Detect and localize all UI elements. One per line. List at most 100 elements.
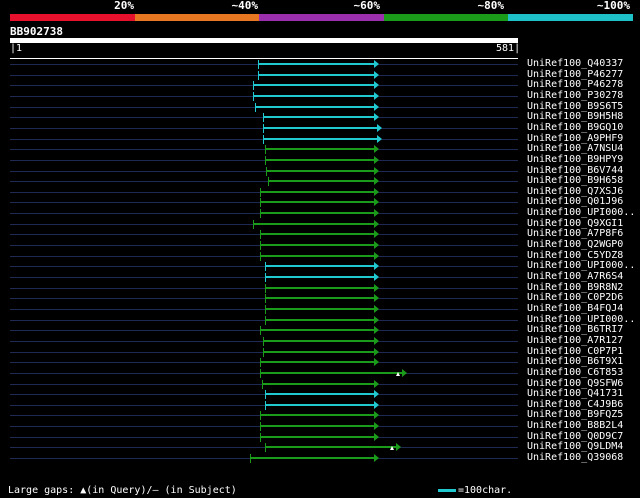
hit-bar[interactable]	[260, 201, 374, 203]
hit-row-line	[10, 405, 518, 406]
hit-arrow-icon	[374, 433, 379, 441]
hit-arrow-icon	[374, 113, 379, 121]
hit-bar[interactable]	[265, 287, 374, 289]
hit-arrow-icon	[374, 401, 379, 409]
hit-label[interactable]: UniRef100_A7NSU4	[527, 143, 623, 154]
hit-label[interactable]: UniRef100_B6T9X1	[527, 356, 623, 367]
hit-label[interactable]: UniRef100_P46278	[527, 79, 623, 90]
hit-arrow-icon	[374, 156, 379, 164]
hit-bar[interactable]	[268, 180, 374, 182]
hit-bar[interactable]	[258, 63, 374, 65]
hit-bar[interactable]	[266, 170, 374, 172]
hit-arrow-icon	[374, 305, 379, 313]
hit-bar[interactable]	[265, 265, 374, 267]
hit-bar[interactable]	[260, 372, 402, 374]
scale-segment	[508, 14, 634, 21]
hit-arrow-icon	[377, 124, 382, 132]
hit-label[interactable]: UniRef100_C0P2D6	[527, 292, 623, 303]
hit-arrow-icon	[374, 454, 379, 462]
length-legend-swatch	[438, 489, 456, 492]
hit-label[interactable]: UniRef100_C6T853	[527, 367, 623, 378]
gap-legend-text: Large gaps: ▲(in Query)/— (in Subject)	[8, 485, 237, 496]
hit-label[interactable]: UniRef100_B9GQ10	[527, 122, 623, 133]
hit-bar[interactable]	[260, 436, 374, 438]
hit-arrow-icon	[374, 411, 379, 419]
hit-label[interactable]: UniRef100_UPI000..	[527, 260, 635, 271]
hit-label[interactable]: UniRef100_B9FQZ5	[527, 409, 623, 420]
hit-bar[interactable]	[260, 255, 374, 257]
hit-bar[interactable]	[260, 191, 374, 193]
ruler-end-label: 581|	[496, 43, 521, 54]
hit-label[interactable]: UniRef100_B9H658	[527, 175, 623, 186]
hit-bar[interactable]	[260, 361, 374, 363]
hit-bar[interactable]	[260, 233, 374, 235]
hit-label[interactable]: UniRef100_B9HPY9	[527, 154, 623, 165]
hit-bar[interactable]	[265, 276, 374, 278]
hit-row-line	[10, 320, 518, 321]
hit-bar[interactable]	[253, 223, 374, 225]
hit-label[interactable]: UniRef100_Q2WGP0	[527, 239, 623, 250]
hit-row-line	[10, 171, 518, 172]
hit-bar[interactable]	[265, 297, 374, 299]
hit-bar[interactable]	[260, 329, 374, 331]
hit-arrow-icon	[374, 422, 379, 430]
hit-label[interactable]: UniRef100_A7P8F6	[527, 228, 623, 239]
hit-bar[interactable]	[260, 425, 374, 427]
hit-label[interactable]: UniRef100_B4FQJ4	[527, 303, 623, 314]
hit-bar[interactable]	[263, 116, 374, 118]
scale-label: 20%	[114, 0, 134, 12]
hit-label[interactable]: UniRef100_B8B2L4	[527, 420, 623, 431]
hit-arrow-icon	[374, 71, 379, 79]
hit-bar[interactable]	[265, 148, 374, 150]
hit-label[interactable]: UniRef100_Q41731	[527, 388, 623, 399]
hit-arrow-icon	[374, 220, 379, 228]
hit-label[interactable]: UniRef100_B9H5H8	[527, 111, 623, 122]
hit-bar[interactable]	[263, 340, 374, 342]
hit-bar[interactable]	[260, 414, 374, 416]
hit-bar[interactable]	[255, 106, 374, 108]
hit-arrow-icon	[374, 230, 379, 238]
hit-bar[interactable]	[258, 74, 374, 76]
hit-bar[interactable]	[260, 212, 374, 214]
hit-bar[interactable]	[250, 457, 374, 459]
hit-arrow-icon	[374, 380, 379, 388]
ruler-start-value: 1	[16, 43, 23, 54]
hit-bar[interactable]	[260, 244, 374, 246]
hit-bar[interactable]	[265, 393, 374, 395]
hit-bar[interactable]	[265, 404, 374, 406]
query-gap-icon	[396, 372, 400, 376]
hit-arrow-icon	[402, 369, 407, 377]
hit-bar[interactable]	[263, 351, 374, 353]
hit-arrow-icon	[374, 348, 379, 356]
hit-label[interactable]: UniRef100_Q9LDM4	[527, 441, 623, 452]
query-title: BB902738	[10, 25, 63, 38]
hit-bar[interactable]	[265, 308, 374, 310]
hit-bar[interactable]	[265, 446, 396, 448]
hit-row-line	[10, 277, 518, 278]
hit-bar[interactable]	[263, 138, 377, 140]
hit-label[interactable]: UniRef100_A7R6S4	[527, 271, 623, 282]
hit-bar[interactable]	[253, 84, 374, 86]
scale-segment	[383, 14, 509, 21]
hit-bar[interactable]	[253, 95, 374, 97]
hit-arrow-icon	[374, 145, 379, 153]
hit-bar[interactable]	[265, 319, 374, 321]
hit-arrow-icon	[374, 326, 379, 334]
hit-label[interactable]: UniRef100_B6TRI7	[527, 324, 623, 335]
hit-bar[interactable]	[262, 383, 374, 385]
hit-label[interactable]: UniRef100_Q01J96	[527, 196, 623, 207]
hit-label[interactable]: UniRef100_Q40337	[527, 58, 623, 69]
hit-label[interactable]: UniRef100_UPI000..	[527, 207, 635, 218]
hit-label[interactable]: UniRef100_P30278	[527, 90, 623, 101]
hit-arrow-icon	[374, 209, 379, 217]
hit-bar[interactable]	[265, 159, 374, 161]
scale-label: ~60%	[353, 0, 381, 12]
hit-arrow-icon	[374, 358, 379, 366]
hit-label[interactable]: UniRef100_Q39068	[527, 452, 623, 463]
hit-arrow-icon	[374, 60, 379, 68]
hit-arrow-icon	[374, 92, 379, 100]
scale-segment	[134, 14, 260, 21]
hit-label[interactable]: UniRef100_A7R127	[527, 335, 623, 346]
hit-bar[interactable]	[263, 127, 377, 129]
length-legend-text: =100char.	[458, 485, 513, 496]
